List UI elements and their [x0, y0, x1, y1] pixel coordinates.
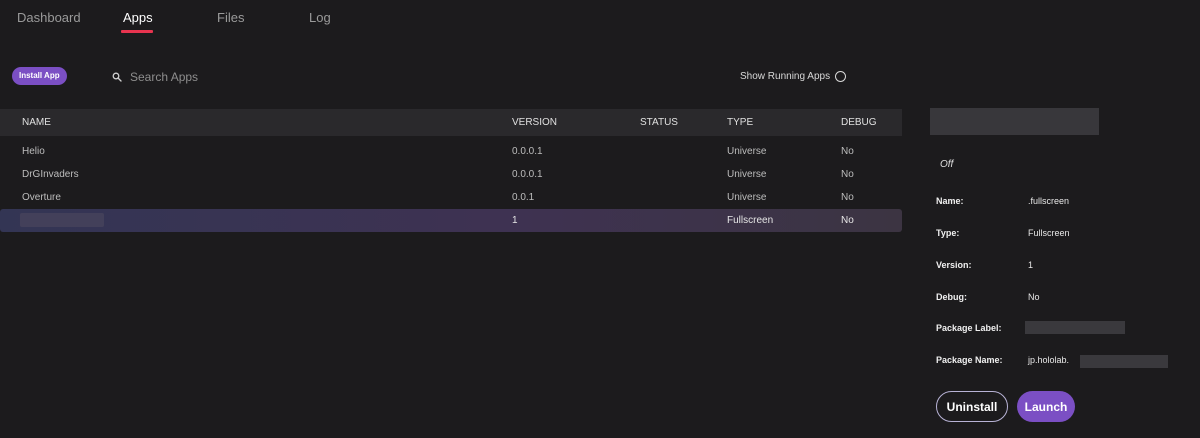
column-header-name[interactable]: NAME — [22, 117, 51, 128]
detail-label-package-label: Package Label: — [936, 323, 1002, 333]
cell-version: 0.0.0.1 — [512, 146, 543, 157]
detail-value-name: .fullscreen — [1028, 196, 1070, 206]
tab-log[interactable]: Log — [309, 10, 331, 25]
table-row[interactable]: Helio 0.0.0.1 Universe No — [0, 140, 902, 163]
show-running-apps-label: Show Running Apps — [740, 70, 831, 82]
detail-value-type: Fullscreen — [1028, 228, 1070, 238]
uninstall-button[interactable]: Uninstall — [936, 391, 1008, 422]
cell-version: 0.0.0.1 — [512, 169, 543, 180]
detail-label-debug: Debug: — [936, 292, 967, 302]
column-header-debug[interactable]: DEBUG — [841, 117, 877, 128]
redacted-package-label — [1025, 321, 1125, 334]
redacted-package-name — [1080, 355, 1168, 368]
detail-label-package-name: Package Name: — [936, 355, 1003, 365]
detail-label-name: Name: — [936, 196, 964, 206]
tab-apps[interactable]: Apps — [123, 10, 153, 25]
cell-version: 1 — [512, 215, 518, 226]
column-header-version[interactable]: VERSION — [512, 117, 557, 128]
cell-type: Universe — [727, 169, 767, 180]
detail-value-debug: No — [1028, 292, 1040, 302]
show-running-apps: Show Running Apps — [740, 69, 847, 83]
cell-name: Helio — [22, 146, 45, 157]
top-nav: Dashboard Apps Files Log — [0, 0, 900, 36]
table-row[interactable]: Overture 0.0.1 Universe No — [0, 186, 902, 209]
table-row-selected[interactable]: 1 Fullscreen No — [0, 209, 902, 232]
cell-debug: No — [841, 169, 854, 180]
active-tab-indicator — [121, 30, 153, 33]
column-header-type[interactable]: TYPE — [727, 117, 753, 128]
detail-value-version: 1 — [1028, 260, 1034, 270]
tab-files[interactable]: Files — [217, 10, 244, 25]
detail-title-redacted — [930, 108, 1099, 135]
detail-value-package-name: jp.hololab. — [1028, 355, 1070, 365]
cell-version: 0.0.1 — [512, 192, 535, 203]
search-input[interactable] — [130, 70, 310, 84]
launch-button[interactable]: Launch — [1017, 391, 1075, 422]
cell-name: DrGInvaders — [22, 169, 79, 180]
show-running-apps-toggle[interactable] — [835, 70, 847, 82]
search-bar — [112, 69, 310, 85]
app-state: Off — [940, 159, 954, 170]
detail-label-version: Version: — [936, 260, 972, 270]
detail-label-type: Type: — [936, 228, 960, 238]
cell-type: Universe — [727, 192, 767, 203]
cell-type: Fullscreen — [727, 215, 774, 226]
table-header: NAME VERSION STATUS TYPE DEBUG — [0, 109, 902, 136]
tab-dashboard[interactable]: Dashboard — [17, 10, 81, 25]
redacted-name — [20, 213, 104, 227]
cell-debug: No — [841, 192, 854, 203]
cell-debug: No — [841, 146, 854, 157]
column-header-status[interactable]: STATUS — [640, 117, 678, 128]
search-icon — [112, 72, 122, 82]
cell-debug: No — [841, 215, 854, 226]
cell-type: Universe — [727, 146, 767, 157]
cell-name: Overture — [22, 192, 61, 203]
table-row[interactable]: DrGInvaders 0.0.0.1 Universe No — [0, 163, 902, 186]
apps-table: NAME VERSION STATUS TYPE DEBUG Helio 0.0… — [0, 109, 902, 232]
install-app-button[interactable]: Install App — [12, 67, 67, 85]
